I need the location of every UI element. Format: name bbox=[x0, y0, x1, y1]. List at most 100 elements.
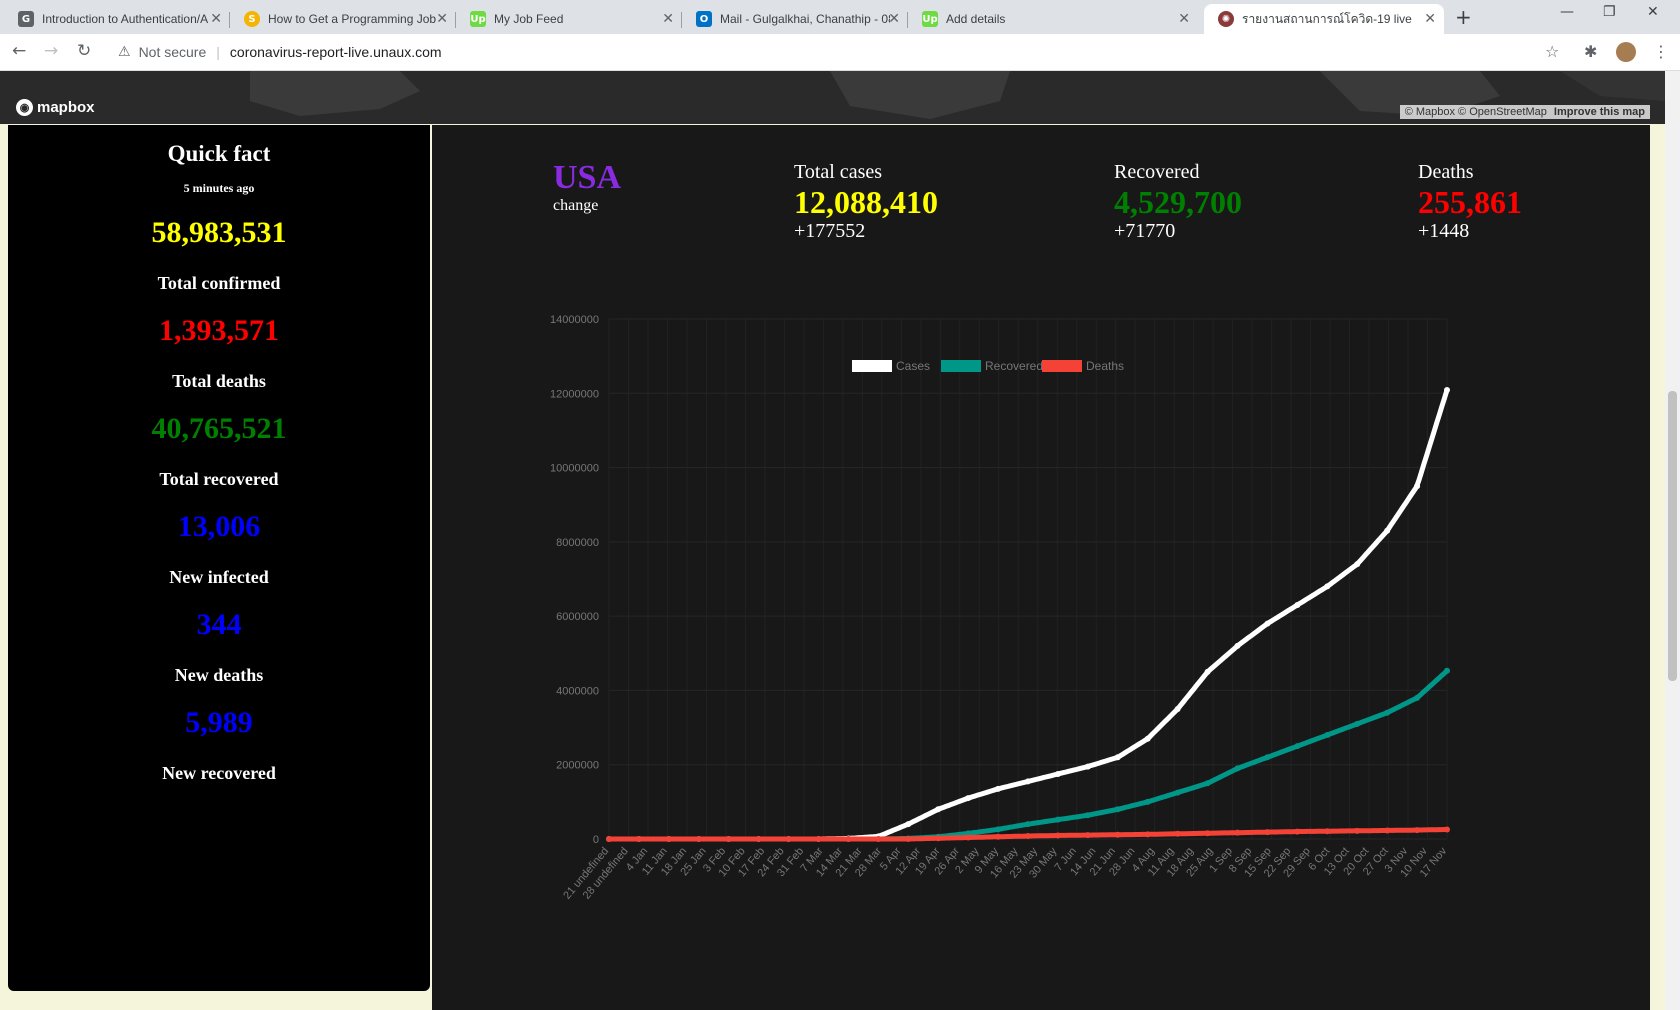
world-map[interactable]: ◉ mapbox © Mapbox © OpenStreetMap Improv… bbox=[0, 71, 1665, 124]
forward-arrow-icon[interactable]: → bbox=[44, 41, 58, 61]
data-point-cases bbox=[1444, 387, 1450, 394]
new-deaths-label: New deaths bbox=[174, 665, 264, 685]
close-tab-icon[interactable]: ✕ bbox=[662, 11, 674, 27]
y-tick-label: 14000000 bbox=[550, 314, 599, 326]
total-confirmed-value: 58,983,531 bbox=[151, 216, 287, 249]
total-recovered-value: 40,765,521 bbox=[151, 412, 287, 445]
data-point-deaths bbox=[1384, 827, 1391, 834]
data-point-cases bbox=[995, 785, 1002, 792]
legend-label-recovered: Recovered bbox=[985, 359, 1043, 373]
data-point-cases bbox=[1174, 706, 1181, 712]
data-point-cases bbox=[1414, 483, 1421, 490]
data-point-deaths bbox=[1084, 832, 1091, 839]
close-tab-icon[interactable]: ✕ bbox=[888, 11, 900, 27]
address-bar[interactable]: ⚠ Not secure | coronavirus-report-live.u… bbox=[110, 39, 1550, 65]
upwork-icon: Up bbox=[470, 11, 486, 27]
minimize-icon[interactable]: — bbox=[1560, 4, 1574, 20]
new-tab-icon[interactable]: + bbox=[1455, 5, 1472, 29]
star-icon[interactable]: ☆ bbox=[1545, 42, 1559, 61]
data-point-deaths bbox=[725, 836, 732, 842]
tab-job-feed[interactable]: Up My Job Feed ✕ bbox=[456, 4, 682, 34]
new-infected-value: 13,006 bbox=[177, 510, 261, 543]
data-point-cases bbox=[1144, 735, 1151, 742]
kebab-menu-icon[interactable]: ⋮ bbox=[1653, 42, 1669, 61]
data-point-cases bbox=[1264, 620, 1271, 627]
close-tab-icon[interactable]: ✕ bbox=[210, 11, 222, 27]
data-point-recovered bbox=[1384, 709, 1391, 716]
close-tab-icon[interactable]: ✕ bbox=[1178, 11, 1190, 27]
data-point-deaths bbox=[935, 835, 942, 842]
y-tick-label: 2000000 bbox=[556, 760, 599, 772]
tab-authentication[interactable]: G Introduction to Authentication/A ✕ bbox=[4, 4, 230, 34]
restore-icon[interactable]: ❐ bbox=[1603, 4, 1616, 20]
browser-tab-strip: G Introduction to Authentication/A ✕ S H… bbox=[0, 0, 1680, 34]
total-deaths-value: 1,393,571 bbox=[159, 314, 279, 347]
y-tick-label: 0 bbox=[593, 834, 599, 846]
total-recovered-label: Total recovered bbox=[159, 469, 279, 489]
map-attribution: © Mapbox © OpenStreetMap Improve this ma… bbox=[1399, 105, 1650, 119]
data-point-deaths bbox=[606, 836, 612, 842]
data-point-cases bbox=[1354, 561, 1361, 568]
country-panel: USA change Total cases 12,088,410 +17755… bbox=[432, 125, 1650, 1010]
legend-swatch-cases bbox=[852, 360, 892, 372]
new-deaths-value: 344 bbox=[196, 608, 242, 641]
url-text[interactable]: coronavirus-report-live.unaux.com bbox=[230, 44, 442, 60]
quick-fact-title: Quick fact bbox=[167, 141, 271, 166]
warning-icon[interactable]: ⚠ bbox=[118, 44, 131, 60]
tab-programming-job[interactable]: S How to Get a Programming Job W ✕ bbox=[230, 4, 456, 34]
data-point-deaths bbox=[1054, 832, 1061, 839]
data-point-deaths bbox=[1294, 828, 1301, 835]
close-tab-icon[interactable]: ✕ bbox=[436, 11, 448, 27]
series-line-recovered bbox=[606, 668, 1450, 842]
data-point-deaths bbox=[785, 836, 792, 842]
mapbox-logo[interactable]: ◉ mapbox bbox=[16, 99, 95, 116]
total-deaths-label: Total deaths bbox=[172, 371, 266, 391]
close-tab-icon[interactable]: ✕ bbox=[1424, 11, 1436, 27]
data-point-cases bbox=[905, 821, 912, 828]
data-point-recovered bbox=[1354, 720, 1361, 727]
page-viewport: ◉ mapbox © Mapbox © OpenStreetMap Improv… bbox=[0, 71, 1665, 1010]
data-point-cases bbox=[1114, 754, 1121, 761]
profile-avatar[interactable] bbox=[1616, 42, 1636, 62]
attribution-text[interactable]: © Mapbox © OpenStreetMap bbox=[1405, 106, 1547, 118]
data-point-deaths bbox=[965, 834, 972, 841]
data-point-cases bbox=[1084, 763, 1091, 770]
data-point-recovered bbox=[1144, 798, 1151, 805]
improve-map-link[interactable]: Improve this map bbox=[1554, 106, 1645, 118]
data-point-deaths bbox=[875, 836, 882, 842]
data-point-deaths bbox=[665, 836, 672, 842]
data-point-recovered bbox=[1234, 765, 1241, 772]
data-point-recovered bbox=[1414, 694, 1421, 701]
data-point-deaths bbox=[695, 836, 702, 842]
data-point-recovered bbox=[1084, 812, 1091, 819]
data-point-recovered bbox=[1114, 806, 1121, 813]
browser-toolbar: ← → ↻ ⚠ Not secure | coronavirus-report-… bbox=[0, 34, 1680, 71]
back-arrow-icon[interactable]: ← bbox=[12, 41, 26, 61]
close-window-icon[interactable]: ✕ bbox=[1647, 4, 1659, 20]
page-scrollbar[interactable] bbox=[1665, 71, 1680, 1010]
y-tick-label: 8000000 bbox=[556, 537, 599, 549]
new-infected-label: New infected bbox=[169, 567, 269, 587]
tab-add-details[interactable]: Up Add details ✕ bbox=[908, 4, 1198, 34]
upwork-icon: Up bbox=[922, 11, 938, 27]
last-updated-text: 5 minutes ago bbox=[183, 181, 255, 195]
tab-covid-report[interactable]: ✺ รายงานสถานการณ์โควิด-19 live ทั่วโล ✕ bbox=[1204, 4, 1444, 34]
data-point-cases bbox=[935, 806, 942, 813]
reload-icon[interactable]: ↻ bbox=[77, 41, 91, 61]
legend-swatch-deaths bbox=[1042, 360, 1082, 372]
data-point-deaths bbox=[1324, 828, 1331, 835]
usa-timeline-chart: 14000000 12000000 10000000 8000000 6000000 40… bbox=[550, 314, 1450, 902]
data-point-recovered bbox=[1324, 732, 1331, 738]
data-point-recovered bbox=[995, 826, 1002, 833]
data-point-deaths bbox=[1414, 827, 1421, 834]
scrollbar-thumb[interactable] bbox=[1668, 391, 1677, 681]
data-point-deaths bbox=[1264, 829, 1271, 836]
not-secure-label[interactable]: Not secure bbox=[139, 44, 207, 60]
puzzle-extension-icon[interactable]: ✱ bbox=[1584, 42, 1597, 61]
url-separator: | bbox=[216, 44, 220, 60]
mapbox-logo-icon: ◉ bbox=[16, 99, 33, 116]
tab-mail[interactable]: O Mail - Gulgalkhai, Chanathip - 08 ✕ bbox=[682, 4, 908, 34]
data-point-recovered bbox=[1174, 789, 1181, 796]
dollar-coin-icon: S bbox=[244, 11, 260, 27]
data-point-deaths bbox=[1025, 833, 1031, 840]
